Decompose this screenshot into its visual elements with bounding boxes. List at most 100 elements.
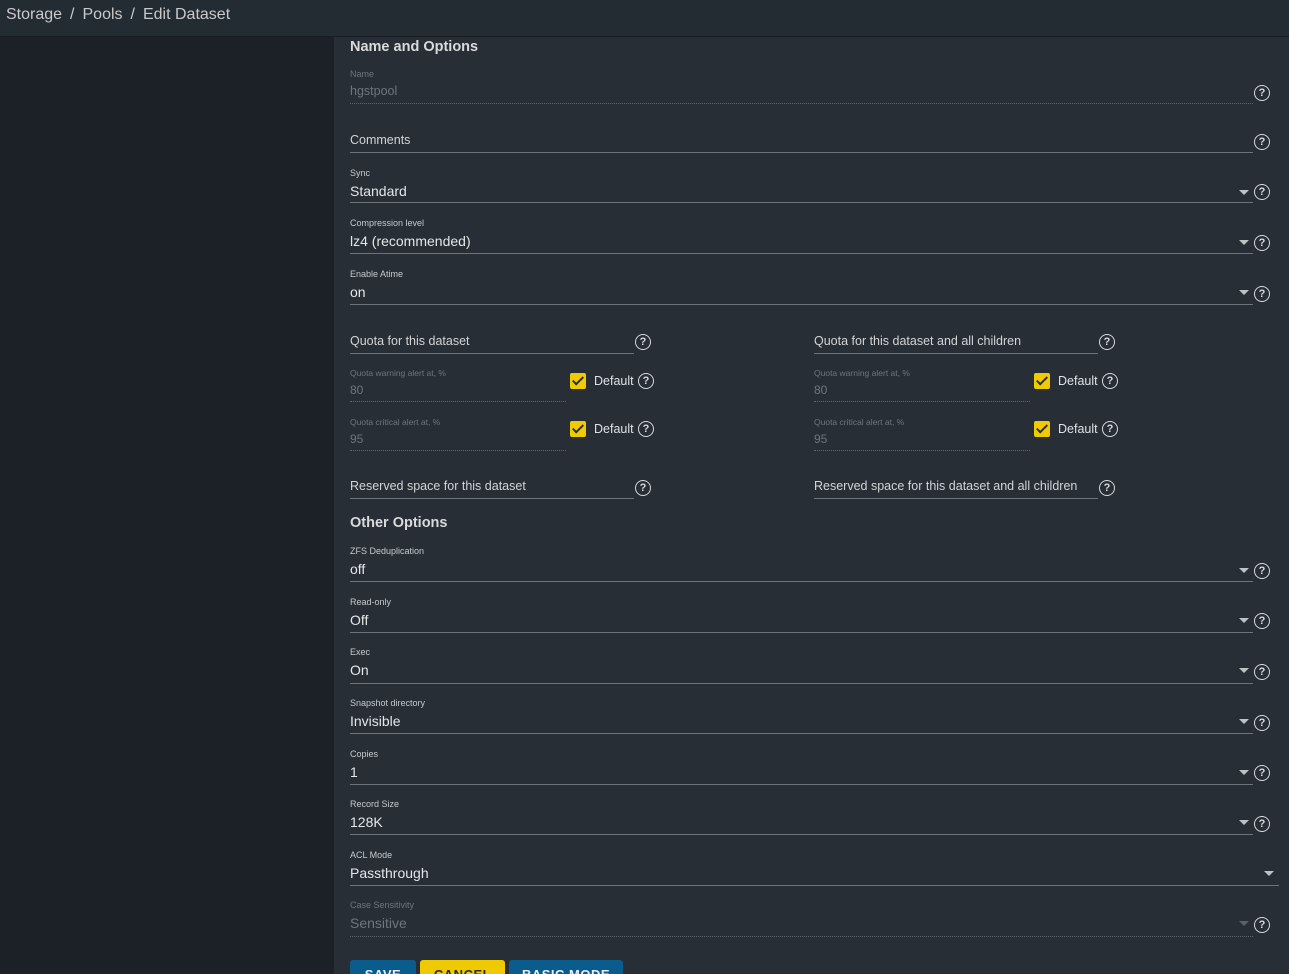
dedup-help-icon[interactable]: ? [1254,563,1270,579]
snapdir-value: Invisible [350,713,401,729]
recordsize-help-icon[interactable]: ? [1254,816,1270,832]
breadcrumb-storage[interactable]: Storage [6,6,62,23]
exec-select[interactable]: Exec On [350,647,1253,684]
name-help-icon[interactable]: ? [1254,85,1270,101]
quota-children-help-icon[interactable]: ? [1099,334,1115,350]
recordsize-value: 128K [350,814,383,830]
sync-value: Standard [350,183,407,199]
quota-dataset-placeholder: Quota for this dataset [350,334,470,348]
atime-select[interactable]: Enable Atime on [350,269,1253,305]
sync-select[interactable]: Sync Standard [350,168,1253,204]
quota-warning-children-value: 80 [814,383,828,397]
quota-critical-children-default-checkbox[interactable] [1034,421,1050,437]
reserved-children-input[interactable]: Reserved space for this dataset and all … [814,479,1098,501]
casesensitivity-label: Case Sensitivity [350,900,415,910]
aclmode-dropdown-arrow-icon [1264,871,1274,876]
quota-warning-children-label: Quota warning alert at, % [814,368,910,378]
quota-warning-children-help-icon[interactable]: ? [1102,373,1118,389]
dedup-select[interactable]: ZFS Deduplication off [350,546,1253,582]
readonly-dropdown-arrow-icon [1239,618,1249,623]
quota-critical-dataset-default-checkbox[interactable] [570,421,586,437]
readonly-select[interactable]: Read-only Off [350,597,1253,633]
reserved-dataset-help-icon[interactable]: ? [635,480,651,496]
exec-label: Exec [350,647,371,657]
quota-critical-dataset-help-icon[interactable]: ? [638,421,654,437]
section-title-name-options: Name and Options [350,39,479,55]
snapdir-help-icon[interactable]: ? [1254,715,1270,731]
quota-warning-dataset-default-checkbox[interactable] [570,373,586,389]
atime-help-icon[interactable]: ? [1254,286,1270,302]
recordsize-dropdown-arrow-icon [1239,820,1249,825]
recordsize-select[interactable]: Record Size 128K [350,799,1253,835]
quota-critical-children-input: Quota critical alert at, % 95 [814,417,1030,451]
atime-value: on [350,284,366,300]
quota-warning-dataset-help-icon[interactable]: ? [638,373,654,389]
reserved-dataset-input[interactable]: Reserved space for this dataset [350,479,634,501]
quota-dataset-input[interactable]: Quota for this dataset [350,334,634,356]
snapdir-select[interactable]: Snapshot directory Invisible [350,698,1253,734]
compression-help-icon[interactable]: ? [1254,235,1270,251]
compression-select[interactable]: Compression level lz4 (recommended) [350,218,1253,254]
casesensitivity-dropdown-arrow-icon [1239,921,1249,926]
quota-children-input[interactable]: Quota for this dataset and all children [814,334,1098,356]
reserved-children-placeholder: Reserved space for this dataset and all … [814,479,1078,493]
quota-warning-dataset-label: Quota warning alert at, % [350,368,446,378]
quota-warning-children-default-checkbox[interactable] [1034,373,1050,389]
quota-critical-dataset-label: Quota critical alert at, % [350,417,441,427]
quota-warning-children-default-label: Default [1058,374,1098,388]
exec-help-icon[interactable]: ? [1254,664,1270,680]
comments-input[interactable]: Comments [350,133,1253,155]
copies-dropdown-arrow-icon [1239,770,1249,775]
copies-label: Copies [350,749,379,759]
atime-dropdown-arrow-icon [1239,290,1249,295]
quota-critical-dataset-default-label: Default [594,422,634,436]
breadcrumb-edit-dataset: Edit Dataset [142,6,231,23]
breadcrumb-pools[interactable]: Pools [83,6,123,23]
dedup-dropdown-arrow-icon [1239,568,1249,573]
readonly-value: Off [350,612,369,628]
copies-select[interactable]: Copies 1 [350,749,1253,785]
section-title-other-options: Other Options [350,515,448,531]
aclmode-select[interactable]: ACL Mode Passthrough [350,850,1279,886]
quota-critical-dataset-input: Quota critical alert at, % 95 [350,417,566,451]
compression-value: lz4 (recommended) [350,233,471,249]
exec-value: On [350,662,369,678]
sync-label: Sync [350,168,371,178]
save-button[interactable]: SAVE [350,960,416,974]
quota-children-placeholder: Quota for this dataset and all children [814,334,1022,348]
quota-dataset-help-icon[interactable]: ? [635,334,651,350]
comments-help-icon[interactable]: ? [1254,134,1270,150]
name-field: Name hgstpool [350,69,1253,105]
copies-value: 1 [350,764,358,780]
recordsize-label: Record Size [350,799,400,809]
breadcrumb: Storage / Pools / Edit Dataset [6,6,231,23]
quota-critical-children-value: 95 [814,432,828,446]
edit-dataset-form: Name and Options Name hgstpool ? Comment… [334,37,1289,974]
reserved-dataset-placeholder: Reserved space for this dataset [350,479,526,493]
readonly-help-icon[interactable]: ? [1254,613,1270,629]
copies-help-icon[interactable]: ? [1254,765,1270,781]
quota-critical-children-help-icon[interactable]: ? [1102,421,1118,437]
compression-dropdown-arrow-icon [1239,240,1249,245]
quota-warning-dataset-input: Quota warning alert at, % 80 [350,368,566,402]
compression-label: Compression level [350,218,425,228]
quota-critical-children-default-label: Default [1058,422,1098,436]
quota-critical-children-label: Quota critical alert at, % [814,417,905,427]
snapdir-label: Snapshot directory [350,698,426,708]
quota-warning-dataset-default-label: Default [594,374,634,388]
top-bar: Storage / Pools / Edit Dataset [0,0,1289,37]
casesensitivity-select: Case Sensitivity Sensitive [350,900,1253,937]
sync-dropdown-arrow-icon [1239,190,1249,195]
comments-placeholder: Comments [350,133,411,147]
name-label: Name [350,69,375,79]
dedup-value: off [350,561,366,577]
snapdir-dropdown-arrow-icon [1239,719,1249,724]
basic-mode-button[interactable]: BASIC MODE [509,960,623,974]
aclmode-label: ACL Mode [350,850,393,860]
reserved-children-help-icon[interactable]: ? [1099,480,1115,496]
cancel-button[interactable]: CANCEL [420,960,505,974]
sync-help-icon[interactable]: ? [1254,184,1270,200]
atime-label: Enable Atime [350,269,404,279]
sidebar [0,37,334,974]
casesensitivity-help-icon[interactable]: ? [1254,917,1270,933]
